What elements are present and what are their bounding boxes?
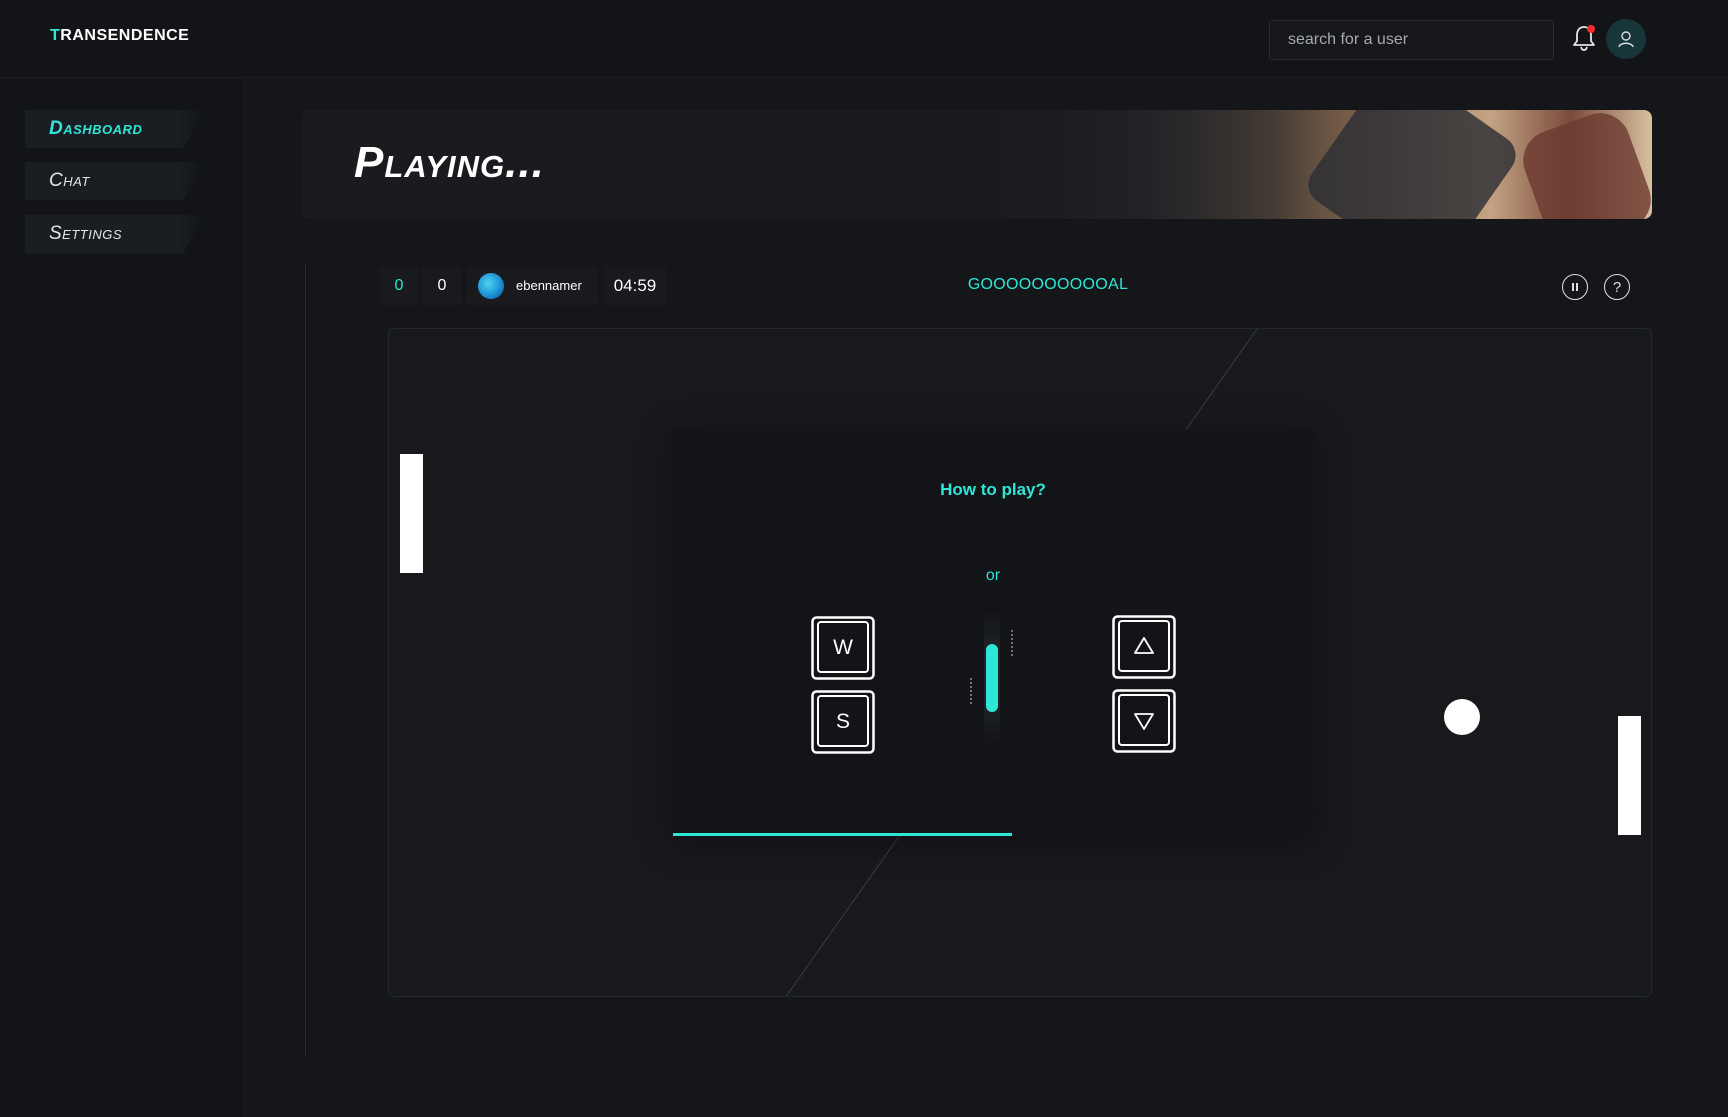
profile-avatar-button[interactable] — [1606, 19, 1646, 59]
sidebar-item-settings[interactable]: Settings — [25, 215, 205, 253]
key-s-label: S — [835, 710, 850, 733]
opponent-player[interactable]: ebennamer — [466, 267, 598, 305]
sidebar-item-label: Dashboard — [49, 118, 143, 139]
modal-title: How to play? — [940, 480, 1046, 499]
content-divider — [305, 265, 306, 1057]
game-timer: 04:59 — [604, 267, 666, 305]
user-search-input[interactable] — [1269, 20, 1554, 60]
logo-text: RANSENDENCE — [60, 27, 190, 44]
user-icon — [1618, 31, 1634, 48]
help-button[interactable]: ? — [1604, 274, 1630, 300]
motion-dots-icon — [970, 630, 1013, 706]
score-left: 0 — [379, 267, 419, 305]
arrow-up-icon — [1112, 615, 1176, 679]
notifications-button[interactable] — [1571, 24, 1597, 52]
key-w-label: W — [833, 636, 853, 659]
modal-or-label: or — [985, 567, 1001, 584]
sidebar: Dashboard Chat Settings — [0, 79, 245, 1117]
player-avatar — [478, 273, 504, 299]
app-logo[interactable]: TRANSENDENCE — [50, 27, 189, 45]
logo-initial: T — [50, 27, 61, 44]
right-paddle — [1618, 716, 1641, 835]
page-title: Playing... — [354, 138, 545, 187]
key-w: W — [811, 616, 875, 680]
player-name: ebennamer — [516, 278, 582, 293]
left-paddle — [400, 454, 423, 573]
arrow-down-icon — [1112, 689, 1176, 753]
tutorial-progress-bar — [673, 833, 1013, 836]
game-ball — [1444, 699, 1480, 735]
top-bar: TRANSENDENCE — [0, 0, 1728, 78]
sidebar-item-label: Chat — [49, 170, 90, 191]
score-right: 0 — [422, 267, 462, 305]
how-to-play-modal: How to play? or W S — [673, 430, 1313, 836]
sidebar-item-label: Settings — [49, 223, 123, 244]
key-s: S — [811, 690, 875, 754]
sidebar-item-chat[interactable]: Chat — [25, 162, 205, 200]
key-arrow-up — [1112, 615, 1176, 679]
pause-icon — [1572, 283, 1578, 291]
notification-dot — [1587, 25, 1595, 33]
page-banner: Playing... — [302, 110, 1652, 219]
help-icon: ? — [1612, 278, 1622, 296]
pause-button[interactable] — [1562, 274, 1588, 300]
game-status-text: GOOOOOOOOOOAL — [967, 276, 1129, 293]
sidebar-item-dashboard[interactable]: Dashboard — [25, 110, 205, 148]
key-arrow-down — [1112, 689, 1176, 753]
